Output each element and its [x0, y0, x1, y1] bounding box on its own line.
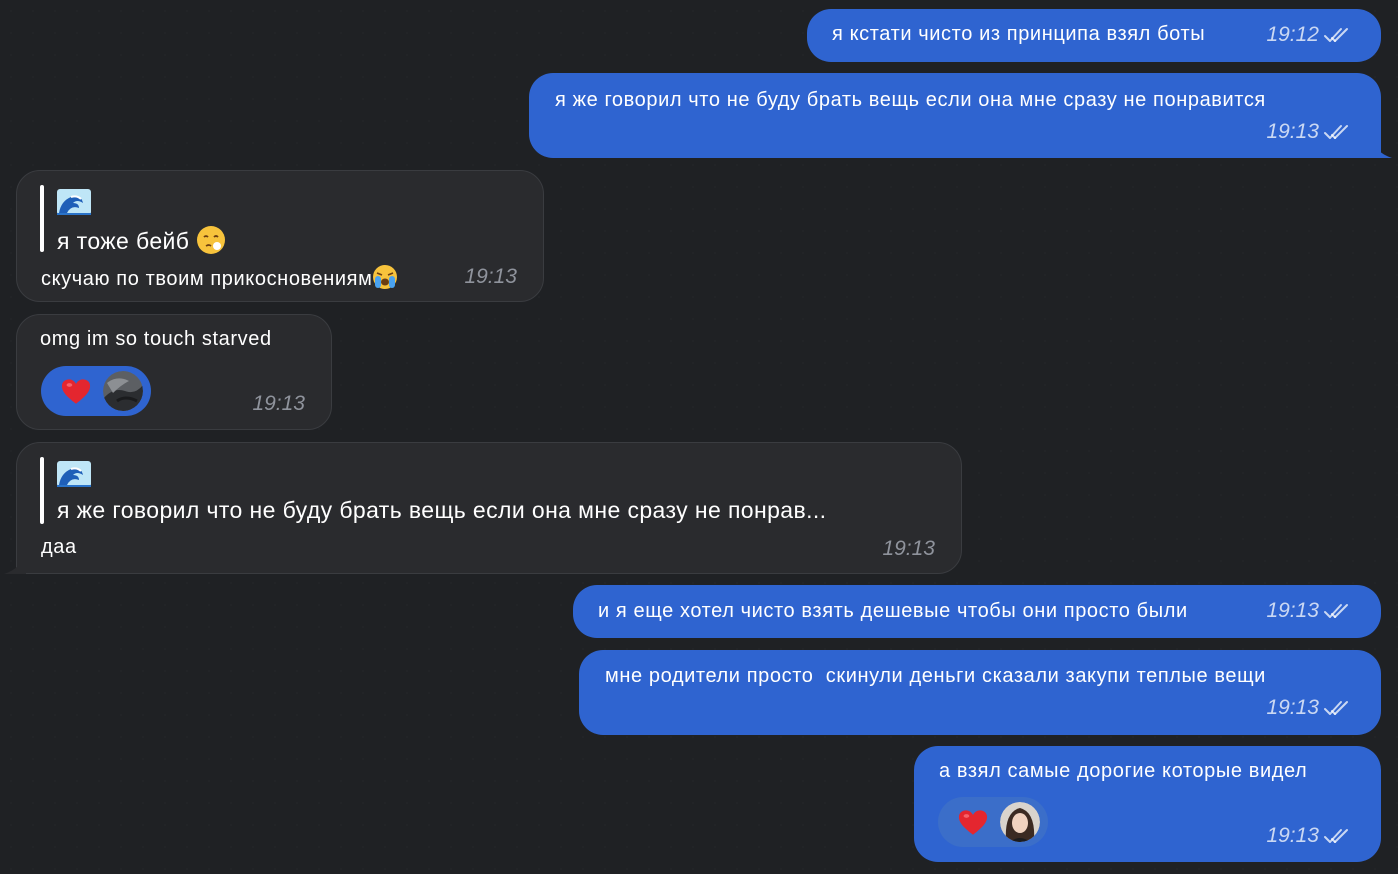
read-ticks-icon: [1323, 25, 1353, 45]
message-time: 19:13: [464, 265, 517, 288]
wave-emoji-icon: [57, 461, 91, 487]
message-text: и я еще хотел чисто взять дешевые чтобы …: [598, 600, 1188, 622]
message-time: 19:13: [252, 392, 305, 415]
heart-icon: [61, 378, 91, 405]
message-time: 19:12: [1266, 23, 1319, 46]
avatar: [1000, 802, 1040, 842]
message-outgoing[interactable]: и я еще хотел чисто взять дешевые чтобы …: [573, 585, 1381, 638]
bubble-tail: [4, 552, 26, 574]
reaction-pill[interactable]: [938, 797, 1048, 847]
message-outgoing[interactable]: я же говорил что не буду брать вещь если…: [529, 73, 1381, 158]
message-time: 19:13: [882, 537, 935, 560]
message-text: я кстати чисто из принципа взял боты: [832, 23, 1206, 45]
message-outgoing[interactable]: мне родители просто скинули деньги сказа…: [579, 650, 1381, 735]
message-text: скучаю по твоим прикосновениям: [41, 264, 398, 291]
message-text: я же говорил что не буду брать вещь если…: [555, 89, 1266, 111]
message-text: даа: [41, 536, 77, 558]
message-time: 19:13: [1266, 824, 1319, 847]
message-text: а взял самые дорогие которые видел: [939, 760, 1308, 782]
avatar: [103, 371, 143, 411]
reaction-pill[interactable]: [41, 366, 151, 416]
message-meta: 19:12: [1266, 23, 1353, 47]
reply-text-value: я тоже бейб: [57, 228, 190, 254]
reply-bar: [40, 457, 44, 524]
message-incoming[interactable]: omg im so touch starved 19:13: [16, 314, 332, 430]
message-outgoing[interactable]: я кстати чисто из принципа взял боты 19:…: [807, 9, 1381, 62]
message-incoming[interactable]: я тоже бейб скучаю по твоим прикосновени…: [16, 170, 544, 302]
message-meta: 19:13: [1266, 120, 1353, 144]
message-incoming[interactable]: я же говорил что не буду брать вещь если…: [16, 442, 962, 574]
message-text: omg im so touch starved: [40, 328, 272, 350]
message-time: 19:13: [1266, 599, 1319, 622]
message-meta: 19:13: [464, 265, 517, 289]
bubble-tail: [1370, 136, 1392, 158]
message-text-value: скучаю по твоим прикосновениям: [41, 268, 373, 290]
read-ticks-icon: [1323, 826, 1353, 846]
message-text: мне родители просто скинули деньги сказа…: [605, 665, 1266, 687]
wave-emoji-icon: [57, 189, 91, 215]
reply-text: я же говорил что не буду брать вещь если…: [57, 497, 827, 523]
crying-face-emoji-icon: [373, 265, 398, 289]
reply-text: я тоже бейб: [57, 225, 226, 255]
heart-icon: [958, 809, 988, 836]
reply-bar: [40, 185, 44, 252]
message-time: 19:13: [1266, 120, 1319, 143]
message-meta: 19:13: [1266, 824, 1353, 848]
message-meta: 19:13: [1266, 599, 1353, 623]
read-ticks-icon: [1323, 122, 1353, 142]
message-outgoing[interactable]: а взял самые дорогие которые видел 19:13: [914, 746, 1381, 862]
message-meta: 19:13: [882, 537, 935, 561]
message-time: 19:13: [1266, 696, 1319, 719]
read-ticks-icon: [1323, 698, 1353, 718]
message-meta: 19:13: [1266, 696, 1353, 720]
pleading-face-emoji-icon: [197, 226, 226, 254]
message-meta: 19:13: [252, 392, 305, 416]
read-ticks-icon: [1323, 601, 1353, 621]
